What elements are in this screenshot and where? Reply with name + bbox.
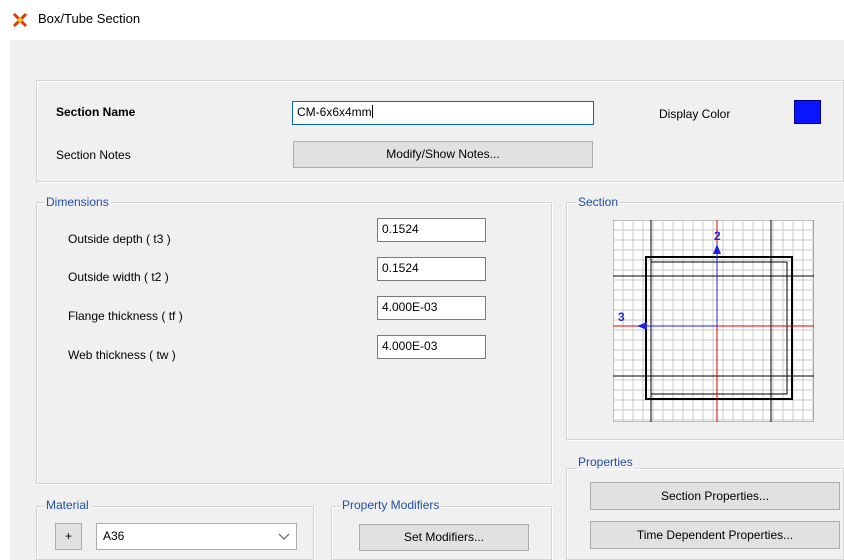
title-bar: Box/Tube Section [0, 0, 844, 40]
display-color-label: Display Color [659, 107, 731, 121]
flange-thickness-label: Flange thickness ( tf ) [68, 309, 183, 323]
material-group-label: Material [44, 498, 91, 512]
section-preview-label: Section [576, 195, 621, 209]
properties-group-label: Properties [576, 455, 635, 469]
outside-depth-label: Outside depth ( t3 ) [68, 232, 171, 246]
section-properties-button[interactable]: Section Properties... [590, 482, 840, 510]
section-preview-canvas: 2 3 [613, 220, 814, 422]
text-caret [371, 105, 373, 118]
material-select[interactable]: A36 [96, 523, 297, 550]
add-material-button[interactable]: + [55, 523, 82, 550]
outside-width-label: Outside width ( t2 ) [68, 270, 169, 284]
section-name-value: CM-6x6x4mm [297, 105, 372, 119]
set-modifiers-button[interactable]: Set Modifiers... [359, 524, 529, 551]
chevron-down-icon [278, 533, 290, 540]
flange-thickness-input[interactable]: 4.000E-03 [377, 296, 486, 320]
property-modifiers-group-label: Property Modifiers [340, 498, 442, 512]
material-selected-value: A36 [103, 529, 125, 543]
axis-3-label: 3 [618, 310, 625, 324]
web-thickness-label: Web thickness ( tw ) [68, 348, 176, 362]
axis-2-label: 2 [714, 229, 721, 243]
section-name-input[interactable]: CM-6x6x4mm [292, 101, 594, 125]
section-notes-label: Section Notes [56, 148, 131, 162]
modify-notes-button[interactable]: Modify/Show Notes... [293, 141, 593, 168]
time-dependent-properties-button[interactable]: Time Dependent Properties... [590, 521, 840, 549]
outside-width-input[interactable]: 0.1524 [377, 257, 486, 281]
app-logo-icon [12, 12, 28, 28]
outside-depth-input[interactable]: 0.1524 [377, 218, 486, 242]
window-title: Box/Tube Section [38, 11, 141, 26]
dimensions-group-label: Dimensions [44, 195, 111, 209]
web-thickness-input[interactable]: 4.000E-03 [377, 335, 486, 359]
display-color-swatch[interactable] [794, 100, 821, 124]
section-name-label: Section Name [56, 105, 136, 119]
